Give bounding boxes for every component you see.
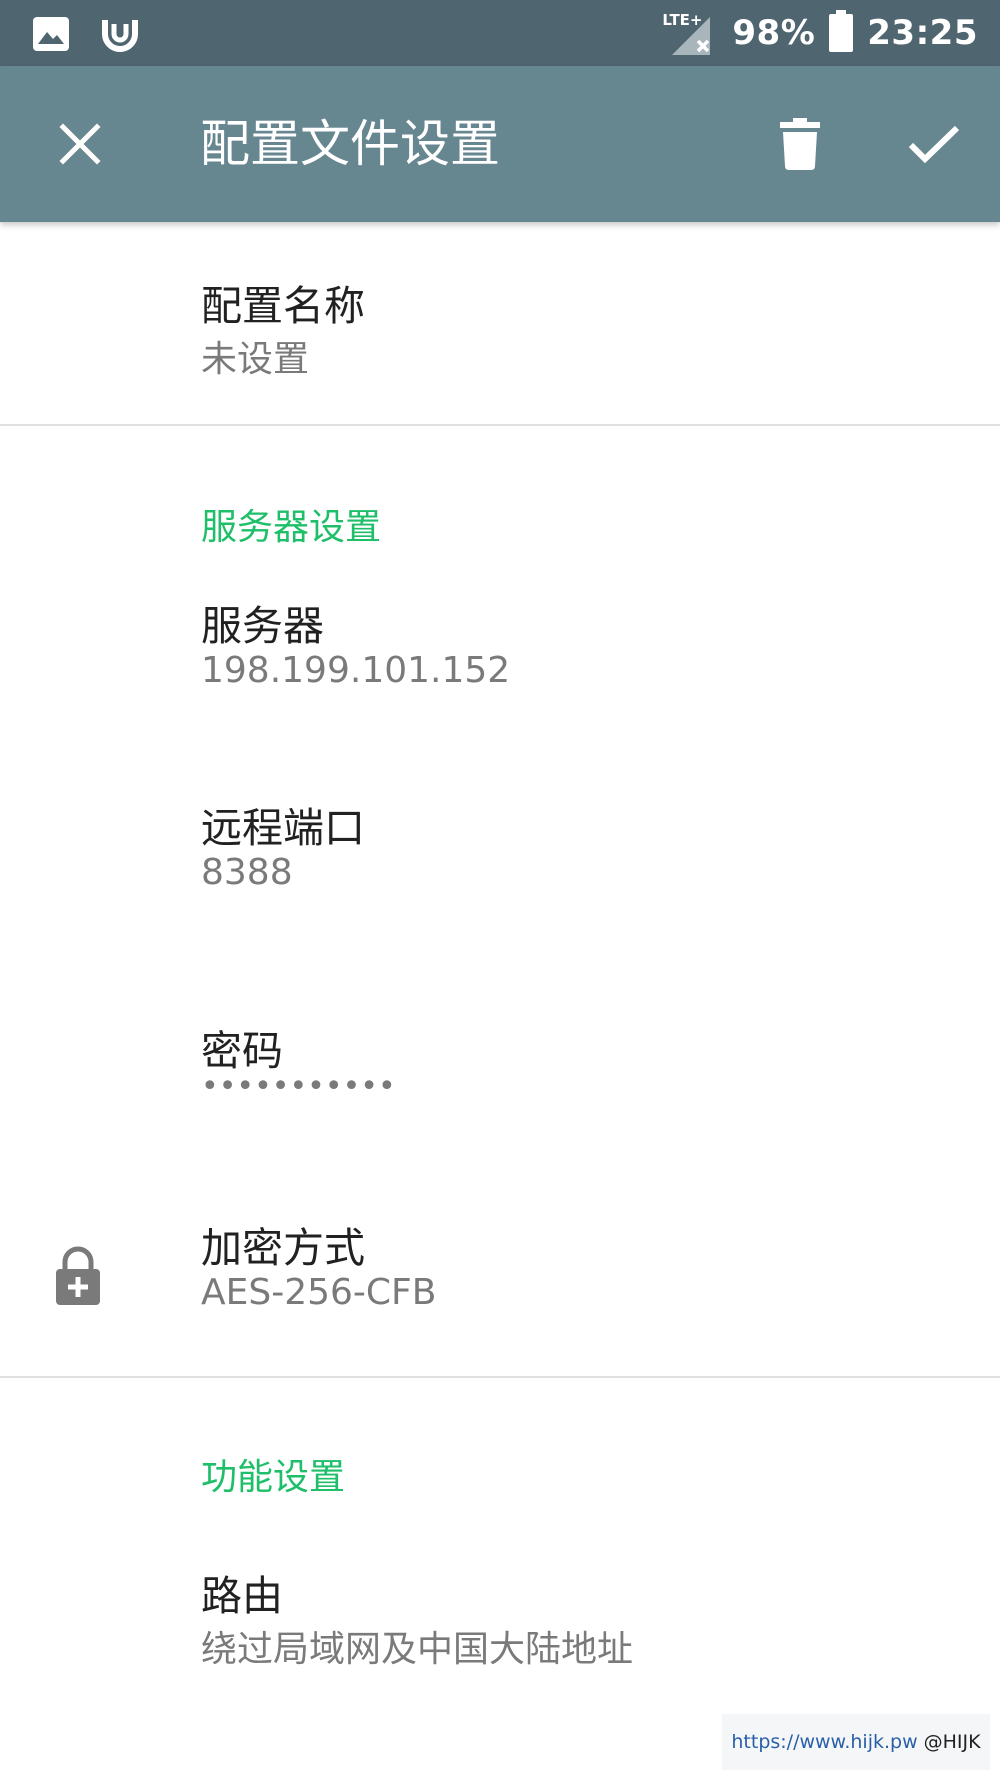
battery-icon: [829, 10, 854, 56]
battery-percent: 98%: [732, 13, 816, 53]
profile-name-item[interactable]: 配置名称 未设置: [0, 222, 1000, 424]
confirm-button[interactable]: [894, 104, 974, 184]
watermark: https://www.hijk.pw @HIJK: [722, 1714, 990, 1770]
status-notifications: [32, 14, 140, 58]
server-value: 198.199.101.152: [201, 650, 511, 691]
section-divider: [0, 1376, 1000, 1378]
encryption-method-title: 加密方式: [201, 1224, 365, 1272]
status-bar: LTE+ 98% 23:25: [0, 0, 1000, 66]
signal-icon: LTE+: [662, 7, 718, 59]
password-item[interactable]: 密码 •••••••••••: [0, 1017, 1000, 1197]
app-notification-icon: [100, 14, 140, 58]
delete-icon: [780, 118, 820, 170]
app-bar: 配置文件设置: [0, 66, 1000, 222]
lock-plus-icon: [56, 1246, 100, 1305]
remote-port-title: 远程端口: [201, 804, 365, 852]
password-title: 密码: [201, 1027, 283, 1075]
server-item[interactable]: 服务器 198.199.101.152: [0, 592, 1000, 772]
encryption-method-value: AES-256-CFB: [201, 1272, 437, 1313]
watermark-url: https://www.hijk.pw: [731, 1731, 918, 1753]
route-title: 路由: [201, 1572, 283, 1620]
settings-list: 配置名称 未设置 服务器设置 服务器 198.199.101.152 远程端口 …: [0, 222, 1000, 1777]
remote-port-item[interactable]: 远程端口 8388: [0, 794, 1000, 974]
check-icon: [908, 125, 960, 164]
close-button[interactable]: [40, 104, 120, 184]
delete-button[interactable]: [760, 104, 840, 184]
server-title: 服务器: [201, 602, 324, 650]
page-title: 配置文件设置: [200, 115, 500, 173]
feature-section-header: 功能设置: [201, 1457, 346, 1498]
section-divider: [0, 424, 1000, 426]
encryption-method-item[interactable]: 加密方式 AES-256-CFB: [0, 1214, 1000, 1364]
profile-name-title: 配置名称: [201, 282, 365, 330]
watermark-handle: @HIJK: [923, 1731, 981, 1753]
status-indicators: LTE+ 98% 23:25: [662, 0, 978, 66]
route-value: 绕过局域网及中国大陆地址: [201, 1629, 634, 1670]
server-section-header: 服务器设置: [201, 507, 382, 548]
password-value: •••••••••••: [201, 1069, 396, 1104]
close-icon: [59, 123, 101, 165]
remote-port-value: 8388: [201, 852, 293, 893]
image-notification-icon: [32, 16, 70, 56]
status-time: 23:25: [867, 13, 978, 53]
profile-name-summary: 未设置: [201, 339, 310, 380]
